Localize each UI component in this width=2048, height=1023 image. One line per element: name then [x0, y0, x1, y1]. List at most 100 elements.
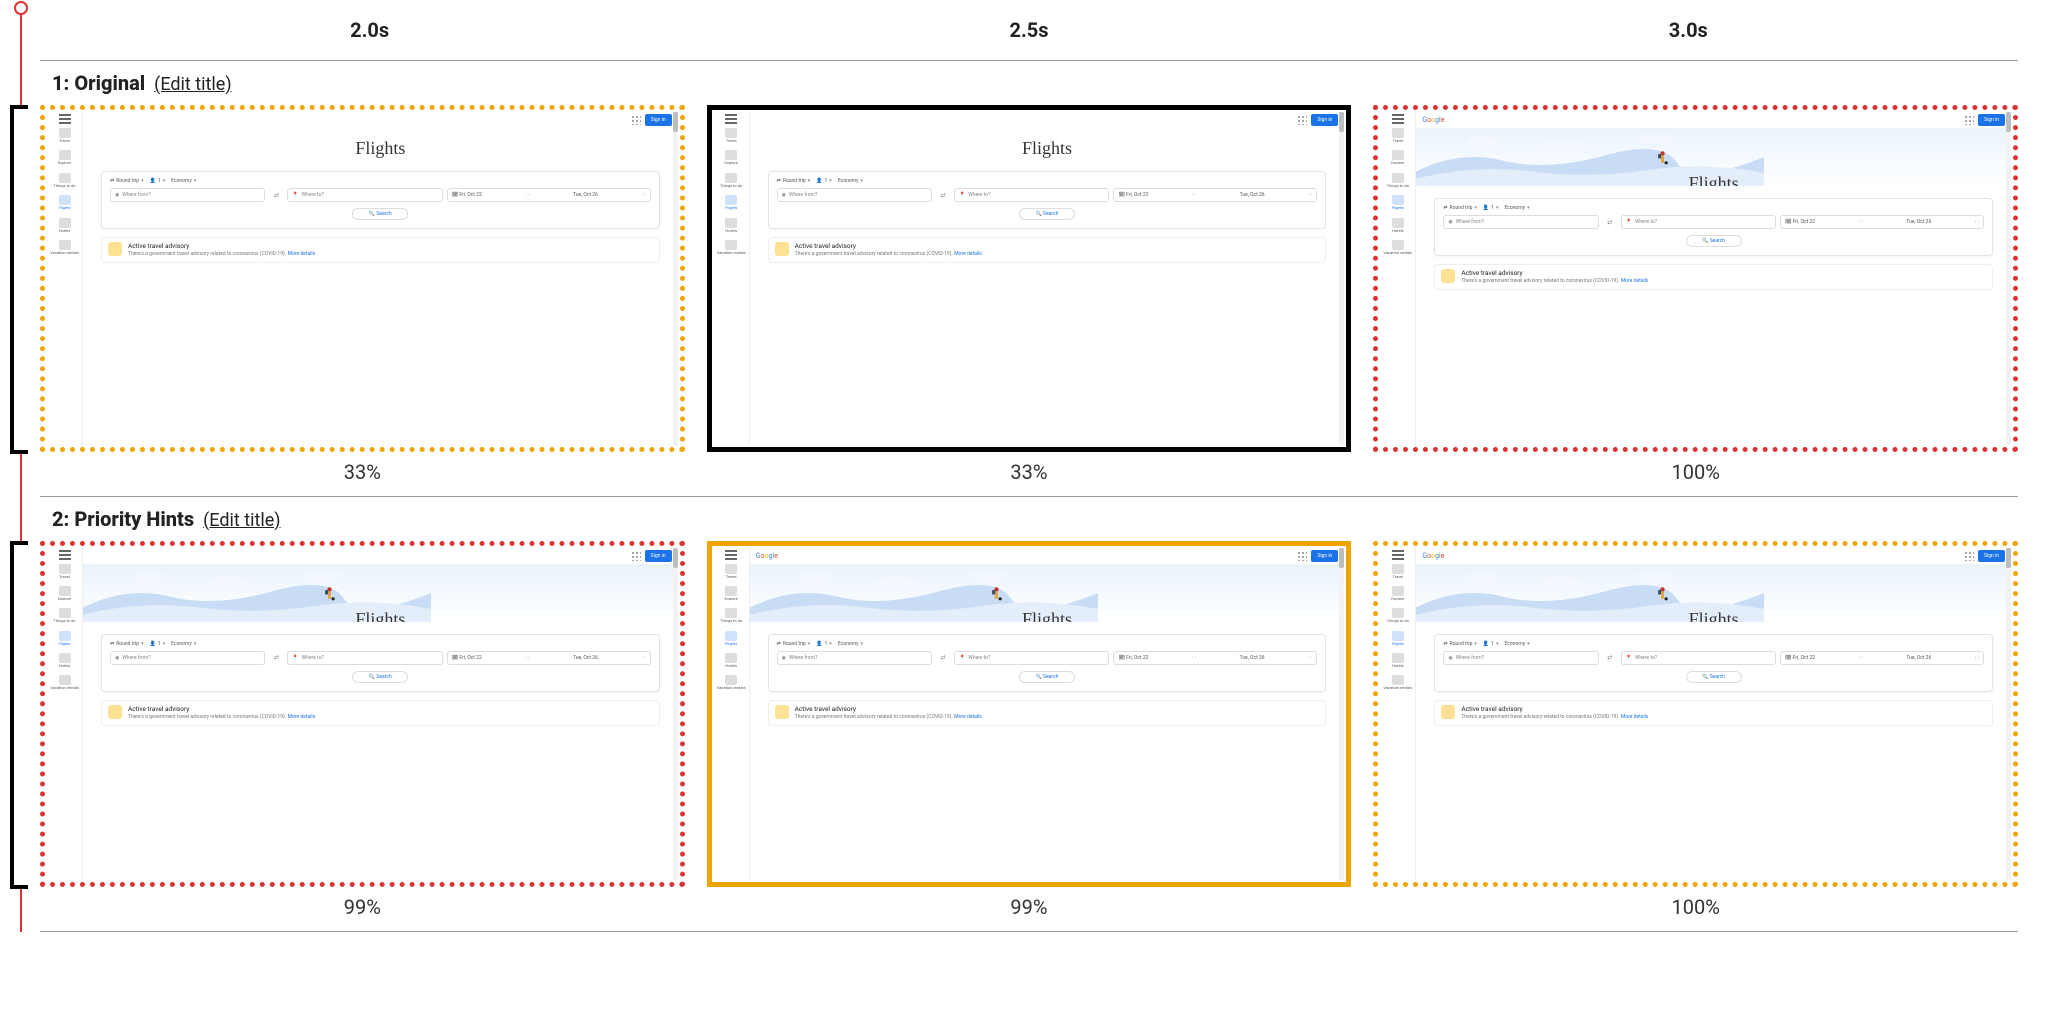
- swap-icon[interactable]: ⇄: [269, 188, 283, 202]
- apps-grid-icon[interactable]: [1297, 115, 1307, 125]
- sidebar-item-things-to-do[interactable]: Things to do: [714, 605, 749, 626]
- scrollbar-track[interactable]: [2006, 112, 2011, 445]
- trip-type-chip[interactable]: ⇄ Round trip ▾: [1443, 641, 1477, 647]
- cabin-chip[interactable]: Economy ▾: [1504, 205, 1529, 211]
- cabin-chip[interactable]: Economy ▾: [171, 641, 196, 647]
- search-button[interactable]: 🔍 Search: [1686, 235, 1742, 247]
- advisory-more-link[interactable]: More details: [954, 251, 982, 257]
- date-range-input[interactable]: 🗓 Fri, Oct 22 ‹ › Tue, Oct 26 ‹ ›: [1780, 215, 1984, 229]
- sign-in-button[interactable]: Sign in: [1311, 114, 1338, 126]
- date-range-input[interactable]: 🗓 Fri, Oct 22 ‹ › Tue, Oct 26 ‹ ›: [1780, 651, 1984, 665]
- advisory-more-link[interactable]: More details: [1621, 278, 1649, 284]
- origin-input[interactable]: ◉ Where from?: [110, 651, 265, 665]
- sidebar-item-travel[interactable]: Travel: [1380, 561, 1415, 582]
- sidebar-item-flights[interactable]: Flights: [1380, 192, 1415, 213]
- search-button[interactable]: 🔍 Search: [1686, 671, 1742, 683]
- scrollbar-track[interactable]: [1339, 112, 1344, 445]
- hamburger-icon[interactable]: [1392, 554, 1404, 556]
- swap-icon[interactable]: ⇄: [936, 651, 950, 665]
- sidebar-item-hotels[interactable]: Hotels: [47, 650, 82, 671]
- scrollbar-track[interactable]: [673, 112, 678, 445]
- edit-title-link[interactable]: (Edit title): [154, 74, 231, 95]
- hamburger-icon[interactable]: [1392, 118, 1404, 120]
- sign-in-button[interactable]: Sign in: [645, 114, 672, 126]
- origin-input[interactable]: ◉ Where from?: [1443, 215, 1598, 229]
- swap-icon[interactable]: ⇄: [269, 651, 283, 665]
- sign-in-button[interactable]: Sign in: [1311, 550, 1338, 562]
- hamburger-icon[interactable]: [59, 554, 71, 556]
- apps-grid-icon[interactable]: [631, 115, 641, 125]
- sidebar-item-travel[interactable]: Travel: [47, 561, 82, 582]
- date-range-input[interactable]: 🗓 Fri, Oct 22 ‹ › Tue, Oct 26 ‹ ›: [1113, 188, 1317, 202]
- origin-input[interactable]: ◉ Where from?: [1443, 651, 1598, 665]
- sidebar-item-things-to-do[interactable]: Things to do: [47, 170, 82, 191]
- pax-chip[interactable]: 👤 1 ▾: [1483, 205, 1499, 211]
- destination-input[interactable]: 📍 Where to?: [954, 188, 1109, 202]
- sidebar-item-vacation-rentals[interactable]: Vacation rentals: [1380, 237, 1415, 258]
- sidebar-item-flights[interactable]: Flights: [47, 192, 82, 213]
- sidebar-item-hotels[interactable]: Hotels: [1380, 650, 1415, 671]
- sidebar-item-travel[interactable]: Travel: [1380, 125, 1415, 146]
- trip-type-chip[interactable]: ⇄ Round trip ▾: [110, 178, 144, 184]
- sidebar-item-travel[interactable]: Travel: [714, 561, 749, 582]
- destination-input[interactable]: 📍 Where to?: [287, 651, 442, 665]
- pax-chip[interactable]: 👤 1 ▾: [150, 641, 166, 647]
- sidebar-item-explore[interactable]: Explore: [714, 147, 749, 168]
- sidebar-item-explore[interactable]: Explore: [1380, 147, 1415, 168]
- origin-input[interactable]: ◉ Where from?: [777, 651, 932, 665]
- sidebar-item-flights[interactable]: Flights: [47, 628, 82, 649]
- cabin-chip[interactable]: Economy ▾: [171, 178, 196, 184]
- hamburger-icon[interactable]: [725, 554, 737, 556]
- sidebar-item-explore[interactable]: Explore: [47, 147, 82, 168]
- hamburger-icon[interactable]: [725, 118, 737, 120]
- advisory-more-link[interactable]: More details: [954, 714, 982, 720]
- apps-grid-icon[interactable]: [1297, 551, 1307, 561]
- trip-type-chip[interactable]: ⇄ Round trip ▾: [777, 641, 811, 647]
- search-button[interactable]: 🔍 Search: [352, 208, 408, 220]
- sidebar-item-vacation-rentals[interactable]: Vacation rentals: [47, 237, 82, 258]
- screenshot-thumbnail[interactable]: TravelExploreThings to doFlightsHotelsVa…: [1373, 105, 2018, 452]
- sidebar-item-vacation-rentals[interactable]: Vacation rentals: [47, 672, 82, 693]
- date-range-input[interactable]: 🗓 Fri, Oct 22 ‹ › Tue, Oct 26 ‹ ›: [1113, 651, 1317, 665]
- scrollbar-track[interactable]: [1339, 548, 1344, 881]
- sidebar-item-flights[interactable]: Flights: [714, 192, 749, 213]
- search-button[interactable]: 🔍 Search: [1019, 671, 1075, 683]
- advisory-more-link[interactable]: More details: [288, 714, 316, 720]
- sidebar-item-things-to-do[interactable]: Things to do: [1380, 605, 1415, 626]
- trip-type-chip[interactable]: ⇄ Round trip ▾: [1443, 205, 1477, 211]
- apps-grid-icon[interactable]: [1964, 551, 1974, 561]
- destination-input[interactable]: 📍 Where to?: [1621, 215, 1776, 229]
- sidebar-item-vacation-rentals[interactable]: Vacation rentals: [714, 237, 749, 258]
- trip-type-chip[interactable]: ⇄ Round trip ▾: [777, 178, 811, 184]
- sidebar-item-things-to-do[interactable]: Things to do: [714, 170, 749, 191]
- apps-grid-icon[interactable]: [1964, 115, 1974, 125]
- screenshot-thumbnail[interactable]: TravelExploreThings to doFlightsHotelsVa…: [40, 105, 685, 452]
- origin-input[interactable]: ◉ Where from?: [777, 188, 932, 202]
- trip-type-chip[interactable]: ⇄ Round trip ▾: [110, 641, 144, 647]
- sidebar-item-explore[interactable]: Explore: [47, 583, 82, 604]
- advisory-more-link[interactable]: More details: [288, 251, 316, 257]
- sidebar-item-things-to-do[interactable]: Things to do: [1380, 170, 1415, 191]
- date-range-input[interactable]: 🗓 Fri, Oct 22 ‹ › Tue, Oct 26 ‹ ›: [447, 651, 651, 665]
- destination-input[interactable]: 📍 Where to?: [1621, 651, 1776, 665]
- pax-chip[interactable]: 👤 1 ▾: [816, 178, 832, 184]
- sidebar-item-explore[interactable]: Explore: [714, 583, 749, 604]
- sidebar-item-hotels[interactable]: Hotels: [1380, 215, 1415, 236]
- sign-in-button[interactable]: Sign in: [645, 550, 672, 562]
- destination-input[interactable]: 📍 Where to?: [954, 651, 1109, 665]
- edit-title-link[interactable]: (Edit title): [203, 510, 280, 531]
- screenshot-thumbnail[interactable]: TravelExploreThings to doFlightsHotelsVa…: [1373, 541, 2018, 888]
- pax-chip[interactable]: 👤 1 ▾: [816, 641, 832, 647]
- sidebar-item-vacation-rentals[interactable]: Vacation rentals: [1380, 672, 1415, 693]
- sidebar-item-flights[interactable]: Flights: [714, 628, 749, 649]
- swap-icon[interactable]: ⇄: [1603, 215, 1617, 229]
- screenshot-thumbnail[interactable]: TravelExploreThings to doFlightsHotelsVa…: [707, 541, 1352, 888]
- sidebar-item-vacation-rentals[interactable]: Vacation rentals: [714, 672, 749, 693]
- cabin-chip[interactable]: Economy ▾: [838, 641, 863, 647]
- sidebar-item-hotels[interactable]: Hotels: [714, 215, 749, 236]
- pax-chip[interactable]: 👤 1 ▾: [150, 178, 166, 184]
- apps-grid-icon[interactable]: [631, 551, 641, 561]
- cabin-chip[interactable]: Economy ▾: [838, 178, 863, 184]
- sidebar-item-hotels[interactable]: Hotels: [47, 215, 82, 236]
- swap-icon[interactable]: ⇄: [1603, 651, 1617, 665]
